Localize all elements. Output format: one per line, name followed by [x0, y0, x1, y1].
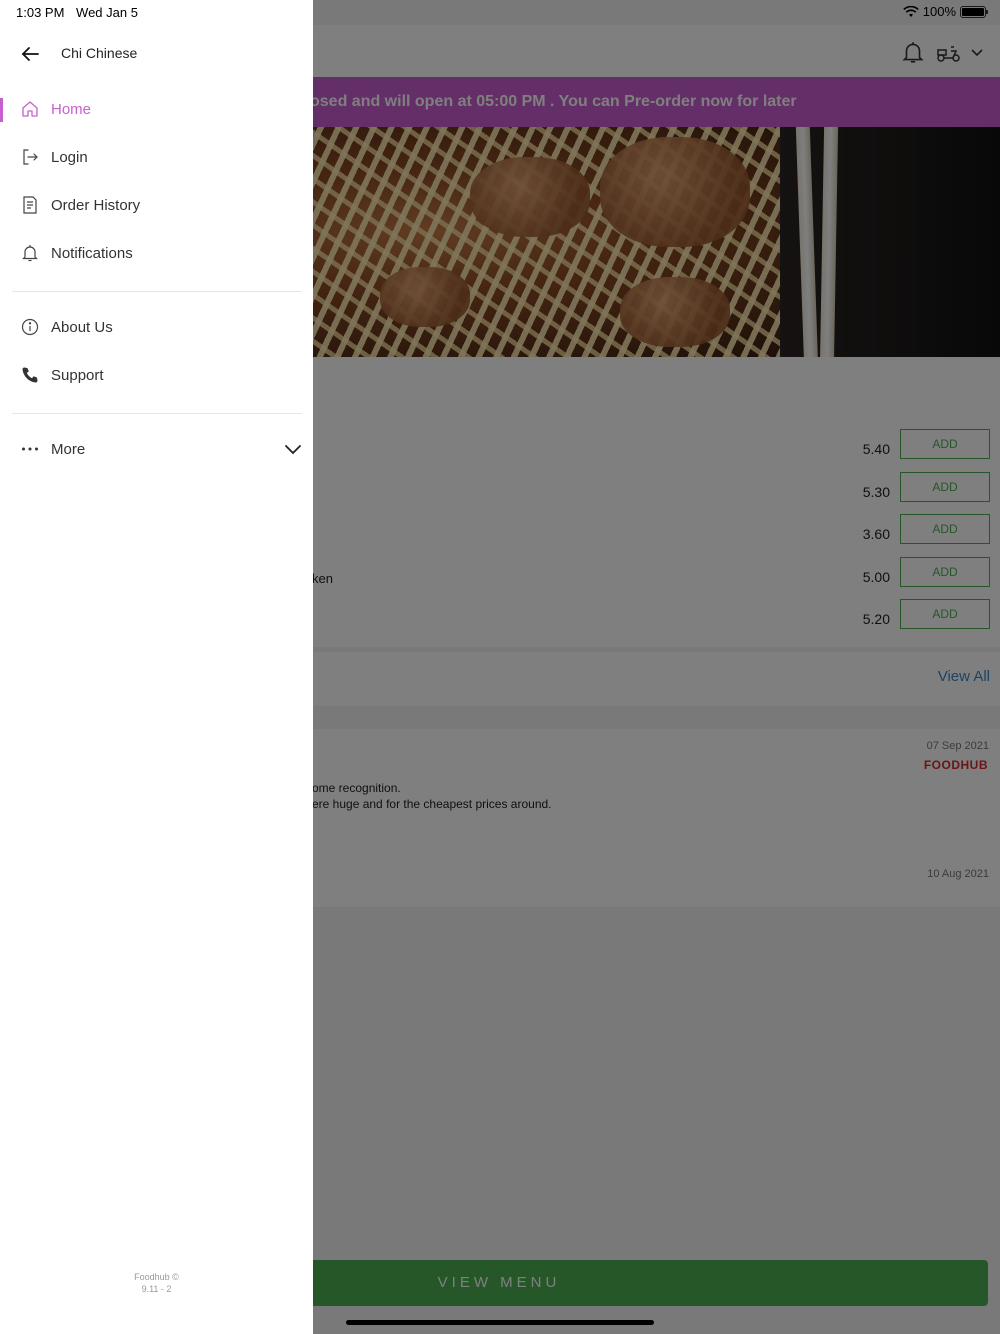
nav-label: Home: [51, 101, 92, 118]
nav-label: Support: [51, 367, 104, 384]
app-footer: Foodhub © 9.11 - 2: [0, 1271, 313, 1295]
footer-version: 9.11 - 2: [141, 1284, 172, 1294]
nav-label: More: [51, 441, 86, 458]
nav-label: About Us: [51, 319, 113, 336]
home-indicator[interactable]: [346, 1320, 654, 1325]
divider: [12, 291, 302, 292]
nav-label: Order History: [51, 197, 141, 214]
back-arrow-icon[interactable]: [18, 42, 42, 66]
side-drawer: 1:03 PM Wed Jan 5 Chi Chinese Home Login…: [0, 0, 313, 1334]
nav-label: Notifications: [51, 245, 133, 262]
more-dots-icon: [22, 447, 38, 451]
nav-item-order-history[interactable]: Order History: [0, 184, 313, 228]
status-date: Wed Jan 5: [76, 5, 138, 20]
nav-item-home[interactable]: Home: [0, 88, 313, 132]
status-bar-left: 1:03 PM Wed Jan 5: [16, 5, 146, 20]
restaurant-name: Chi Chinese: [61, 45, 138, 61]
nav-item-about-us[interactable]: About Us: [0, 306, 313, 350]
nav-label: Login: [51, 149, 88, 166]
info-icon: [21, 318, 39, 336]
nav-item-notifications[interactable]: Notifications: [0, 232, 313, 276]
chevron-down-icon[interactable]: [284, 440, 302, 458]
phone-icon: [22, 367, 38, 383]
status-time: 1:03 PM: [16, 5, 65, 20]
receipt-icon: [23, 196, 37, 214]
home-icon: [22, 101, 38, 117]
divider: [12, 413, 302, 414]
footer-brand: Foodhub ©: [134, 1272, 179, 1282]
active-indicator: [0, 98, 3, 122]
login-icon: [23, 149, 38, 165]
bell-icon: [22, 245, 38, 262]
nav-item-support[interactable]: Support: [0, 354, 313, 398]
nav-item-more[interactable]: More: [0, 428, 313, 472]
nav-item-login[interactable]: Login: [0, 136, 313, 180]
